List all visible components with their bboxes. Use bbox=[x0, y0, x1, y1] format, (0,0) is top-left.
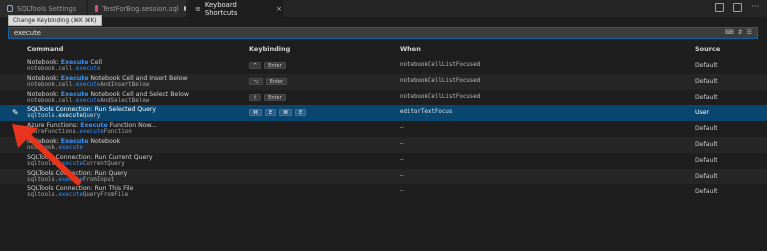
search-actions: ⌨ ⇵ ☰ bbox=[725, 29, 752, 36]
editor-actions: ··· bbox=[715, 3, 759, 12]
when-clause: editorTextFocus bbox=[400, 109, 453, 116]
key-cap: Enter bbox=[265, 77, 288, 85]
command-id: notebook.cell.execute bbox=[27, 66, 101, 72]
source-label: Default bbox=[695, 93, 718, 101]
table-row[interactable]: Notebook: Execute Notebook Cell and Inse… bbox=[0, 73, 767, 90]
header-command[interactable]: Command bbox=[27, 45, 63, 53]
keybinding: ^ Enter bbox=[249, 62, 286, 69]
key-cap: ⇧ bbox=[249, 93, 262, 101]
clear-filter-icon[interactable]: ☰ bbox=[747, 29, 752, 36]
source-label: Default bbox=[695, 188, 718, 196]
keybinding: ⌘ E ⌘ E bbox=[249, 109, 307, 117]
record-keys-icon[interactable]: ⌨ bbox=[725, 29, 734, 36]
when-clause: — bbox=[400, 125, 404, 132]
command-id: notebook.cell.executeAndInsertBelow bbox=[27, 81, 150, 88]
keybindings-table: Notebook: Execute Cell notebook.cell.exec… bbox=[0, 58, 767, 200]
command-title: Notebook: Execute Notebook Cell and Sele… bbox=[27, 90, 189, 98]
search-value: execute bbox=[14, 29, 41, 37]
tab-label: TestForBog.session.sql bbox=[102, 4, 179, 13]
annotation-arrow-icon bbox=[12, 124, 81, 185]
database-icon bbox=[7, 5, 13, 12]
table-header: Command Keybinding When Source bbox=[0, 45, 767, 57]
more-actions-icon[interactable]: ··· bbox=[751, 3, 759, 12]
table-row[interactable]: SQLTools Connection: Run Current Query sq… bbox=[0, 153, 767, 169]
tab-label: SQLTools Settings bbox=[17, 4, 77, 13]
when-clause: notebookCellListFocused bbox=[400, 62, 481, 68]
editor-tab-bar: SQLTools Settings TestForBog.session.sql… bbox=[0, 0, 767, 17]
key-cap: ⌘ bbox=[249, 109, 262, 117]
source-label: Default bbox=[695, 62, 718, 69]
when-clause: — bbox=[400, 172, 404, 179]
keybinding: ⌥ Enter bbox=[249, 77, 288, 85]
source-label: Default bbox=[695, 140, 718, 148]
when-clause: notebookCellListFocused bbox=[400, 93, 481, 100]
command-id: sqltools.executeQueryFromFile bbox=[27, 192, 129, 199]
tab-session-sql[interactable]: TestForBog.session.sql bbox=[88, 0, 187, 17]
key-cap: Enter bbox=[264, 93, 286, 101]
table-row[interactable]: Notebook: Execute Notebooknotebook.execu… bbox=[0, 136, 767, 153]
open-json-icon[interactable] bbox=[715, 3, 725, 12]
key-cap: Enter bbox=[264, 62, 286, 69]
key-cap: E bbox=[295, 109, 307, 117]
tooltip: Change Keybinding (⌘K ⌘K) bbox=[8, 15, 102, 26]
header-when[interactable]: When bbox=[400, 45, 421, 53]
header-keybinding[interactable]: Keybinding bbox=[249, 45, 290, 53]
command-title: SQLTools Connection: Run Selected Query bbox=[27, 106, 157, 114]
unsaved-dot-icon[interactable] bbox=[183, 6, 186, 11]
close-icon[interactable]: × bbox=[276, 5, 282, 13]
when-clause: — bbox=[400, 140, 404, 147]
tab-keyboard-shortcuts[interactable]: ≡ Keyboard Shortcuts × bbox=[188, 0, 283, 17]
header-source[interactable]: Source bbox=[695, 45, 720, 53]
source-label: Default bbox=[695, 125, 718, 133]
split-editor-icon[interactable] bbox=[733, 3, 743, 12]
command-title: Notebook: Execute Cell bbox=[27, 59, 102, 66]
command-id: sqltools.executeQuery bbox=[27, 113, 101, 120]
when-clause: notebookCellListFocused bbox=[400, 77, 481, 84]
keyboard-shortcuts-icon: ≡ bbox=[195, 4, 201, 13]
table-row[interactable]: SQLTools Connection: Run Query sqltools.e… bbox=[0, 168, 767, 185]
command-id: notebook.cell.executeAndSelectBelow bbox=[27, 97, 150, 104]
table-row[interactable]: SQLTools Connection: Run This File sqltoo… bbox=[0, 184, 767, 200]
source-label: Default bbox=[695, 156, 718, 164]
table-row[interactable]: Notebook: Execute Notebook Cell and Sele… bbox=[0, 90, 767, 106]
when-clause: — bbox=[400, 156, 404, 163]
key-cap: ^ bbox=[249, 62, 262, 69]
keybinding: ⇧ Enter bbox=[249, 93, 286, 101]
source-label: Default bbox=[695, 172, 718, 180]
source-label: Default bbox=[695, 77, 718, 85]
key-cap: ⌘ bbox=[279, 109, 293, 117]
tab-label: Keyboard Shortcuts bbox=[204, 0, 238, 17]
sort-by-precedence-icon[interactable]: ⇵ bbox=[738, 29, 743, 36]
table-row[interactable]: ✎ SQLTools Connection: Run Selected Query… bbox=[0, 105, 767, 122]
table-row[interactable]: Azure Functions: Execute Function Now...… bbox=[0, 121, 767, 137]
sql-file-icon bbox=[95, 5, 99, 12]
source-label: User bbox=[695, 109, 710, 117]
when-clause: — bbox=[400, 188, 404, 195]
command-title: Notebook: Execute Notebook Cell and Inse… bbox=[27, 74, 188, 82]
edit-keybinding-icon[interactable]: ✎ bbox=[12, 108, 19, 117]
key-cap: E bbox=[265, 109, 277, 117]
table-row[interactable]: Notebook: Execute Cell notebook.cell.exec… bbox=[0, 58, 767, 74]
key-cap: ⌥ bbox=[249, 77, 263, 85]
search-input[interactable]: execute ⌨ ⇵ ☰ bbox=[8, 27, 758, 39]
